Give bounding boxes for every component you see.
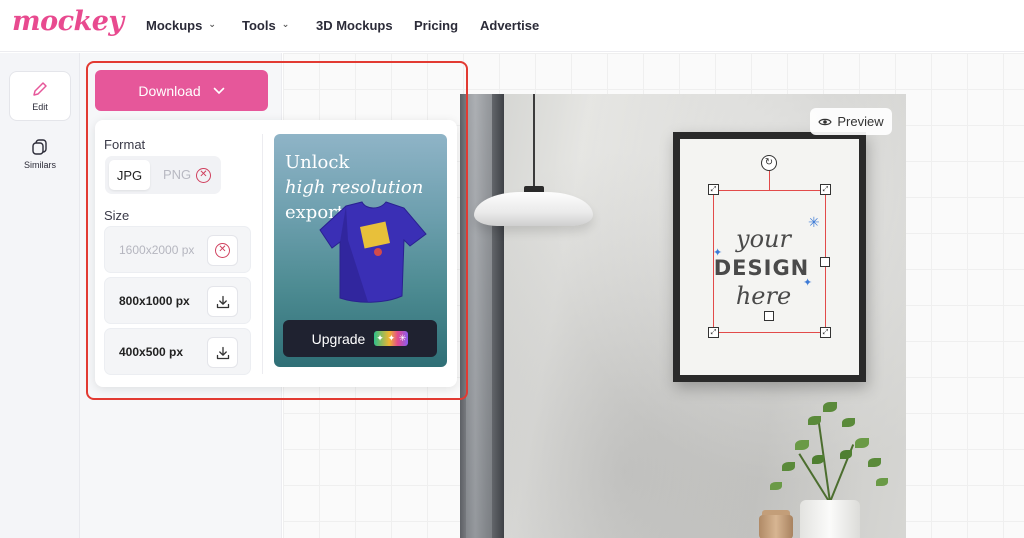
jar	[759, 515, 793, 538]
nav-pricing-label: Pricing	[414, 18, 459, 33]
mockey-logo[interactable]: mockey	[12, 6, 124, 37]
stack-icon	[32, 139, 47, 155]
nav-tools-label: Tools	[242, 18, 276, 33]
chevron-down-icon: ⌄	[208, 19, 216, 29]
nav-advertise[interactable]: Advertise	[480, 18, 539, 33]
nav-mockups-label: Mockups	[146, 18, 203, 33]
window-glass	[466, 94, 492, 538]
preview-label: Preview	[837, 114, 884, 129]
nav-tools[interactable]: Tools ⌄	[242, 18, 289, 33]
plant-pot	[800, 500, 860, 538]
resize-handle-top-left[interactable]: ⤢	[708, 184, 719, 195]
resize-handle-bottom[interactable]	[764, 311, 774, 321]
resize-handle-bottom-right[interactable]: ⤢	[820, 327, 831, 338]
rail-similars-label: Similars	[23, 160, 56, 170]
nav-pricing[interactable]: Pricing	[414, 18, 458, 33]
resize-handle-bottom-left[interactable]: ⤢	[708, 327, 719, 338]
nav-advertise-label: Advertise	[480, 18, 540, 33]
preview-button[interactable]: Preview	[810, 108, 892, 135]
pencil-icon	[33, 82, 47, 96]
nav-3d-mockups-label: 3D Mockups	[316, 18, 393, 33]
rail-edit-label: Edit	[32, 102, 48, 112]
highlight-outline	[86, 61, 468, 400]
rotate-stem	[769, 170, 770, 190]
rail-similars-button[interactable]: Similars	[9, 129, 71, 179]
left-rail: Edit Similars	[0, 53, 80, 538]
nav-mockups[interactable]: Mockups ⌄	[146, 18, 216, 33]
resize-handle-right[interactable]	[820, 257, 830, 267]
lamp-cord	[533, 94, 535, 190]
pendant-lamp	[474, 192, 593, 226]
rail-edit-button[interactable]: Edit	[9, 71, 71, 121]
top-header: mockey Mockups ⌄ Tools ⌄ 3D Mockups Pric…	[0, 0, 1024, 52]
eye-icon	[818, 118, 833, 125]
chevron-down-icon: ⌄	[281, 19, 290, 29]
nav-3d-mockups[interactable]: 3D Mockups	[316, 18, 393, 33]
rotate-handle-icon[interactable]: ↻	[761, 155, 777, 171]
resize-handle-top-right[interactable]: ⤢	[820, 184, 831, 195]
